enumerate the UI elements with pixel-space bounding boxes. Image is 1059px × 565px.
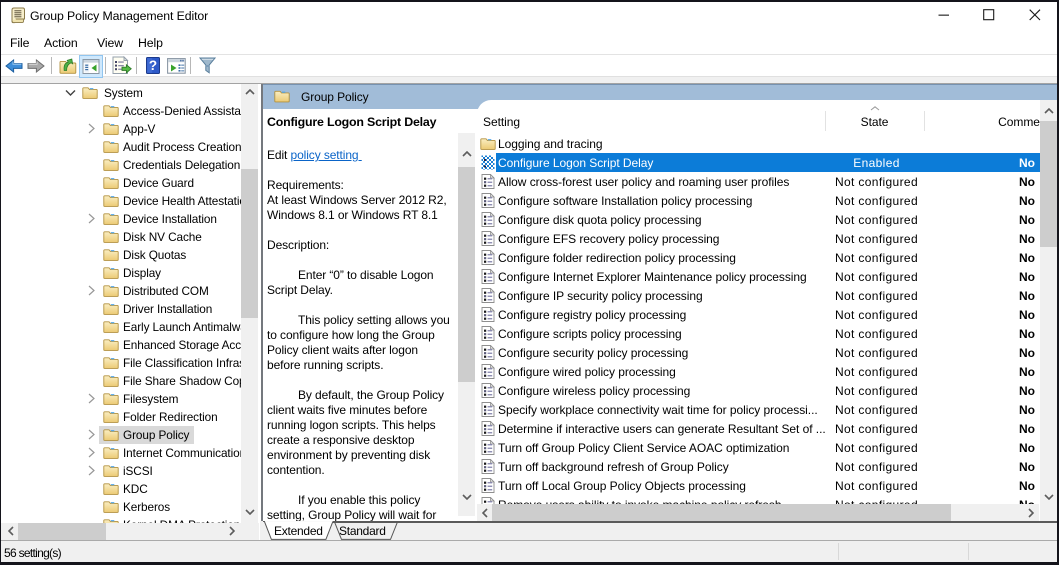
svg-text:Extended: Extended xyxy=(274,524,323,538)
svg-text:?: ? xyxy=(149,58,157,73)
svg-text:Standard: Standard xyxy=(339,524,386,538)
